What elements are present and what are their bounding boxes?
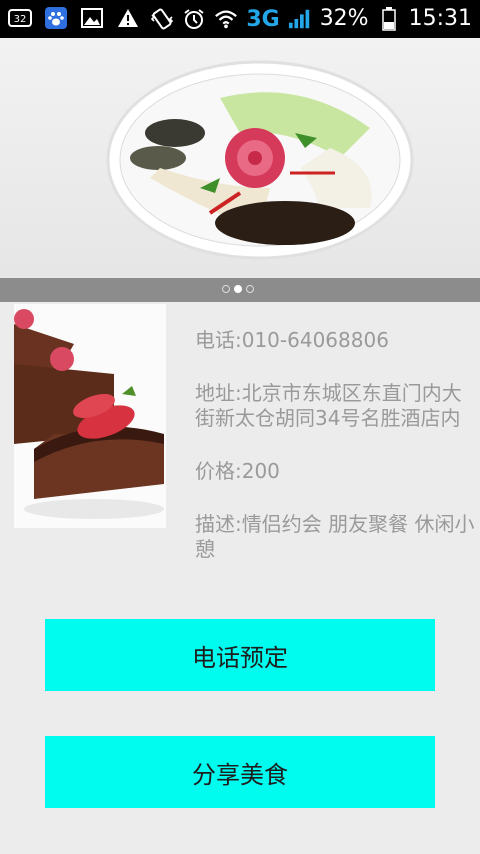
banner-carousel[interactable] (0, 38, 480, 278)
wifi-icon (214, 7, 238, 31)
svg-text:32: 32 (14, 14, 27, 25)
battery-percent: 32% (319, 6, 369, 31)
notification-count-icon: 32 (8, 6, 32, 30)
network-type: 3G (246, 6, 280, 32)
alarm-icon (182, 7, 206, 31)
carousel-dot-active[interactable] (234, 285, 242, 293)
signal-icon (288, 7, 312, 31)
address-text: 地址:北京市东城区东直门内大街新太仓胡同34号名胜酒店内 (195, 381, 462, 430)
restaurant-info: 电话:010-64068806 地址:北京市东城区东直门内大街新太仓胡同34号名… (195, 328, 477, 590)
clock: 15:31 (408, 6, 472, 31)
price-text: 价格:200 (195, 459, 280, 483)
share-food-button[interactable]: 分享美食 (45, 736, 435, 808)
banner-food-image (106, 60, 414, 260)
battery-icon (377, 7, 401, 31)
carousel-dot[interactable] (246, 285, 254, 293)
carousel-indicator-bar (0, 278, 480, 302)
baidu-paw-icon (44, 6, 68, 30)
dish-image (14, 304, 166, 528)
phone-text: 电话:010-64068806 (195, 328, 389, 352)
warning-icon (116, 6, 140, 30)
description-text: 描述:情侣约会 朋友聚餐 休闲小憩 (195, 512, 475, 561)
image-icon (80, 6, 104, 30)
vibrate-icon (150, 7, 174, 31)
carousel-dot[interactable] (222, 285, 230, 293)
status-bar: 32 3G 32% 15:31 (0, 0, 480, 38)
phone-booking-button[interactable]: 电话预定 (45, 619, 435, 691)
